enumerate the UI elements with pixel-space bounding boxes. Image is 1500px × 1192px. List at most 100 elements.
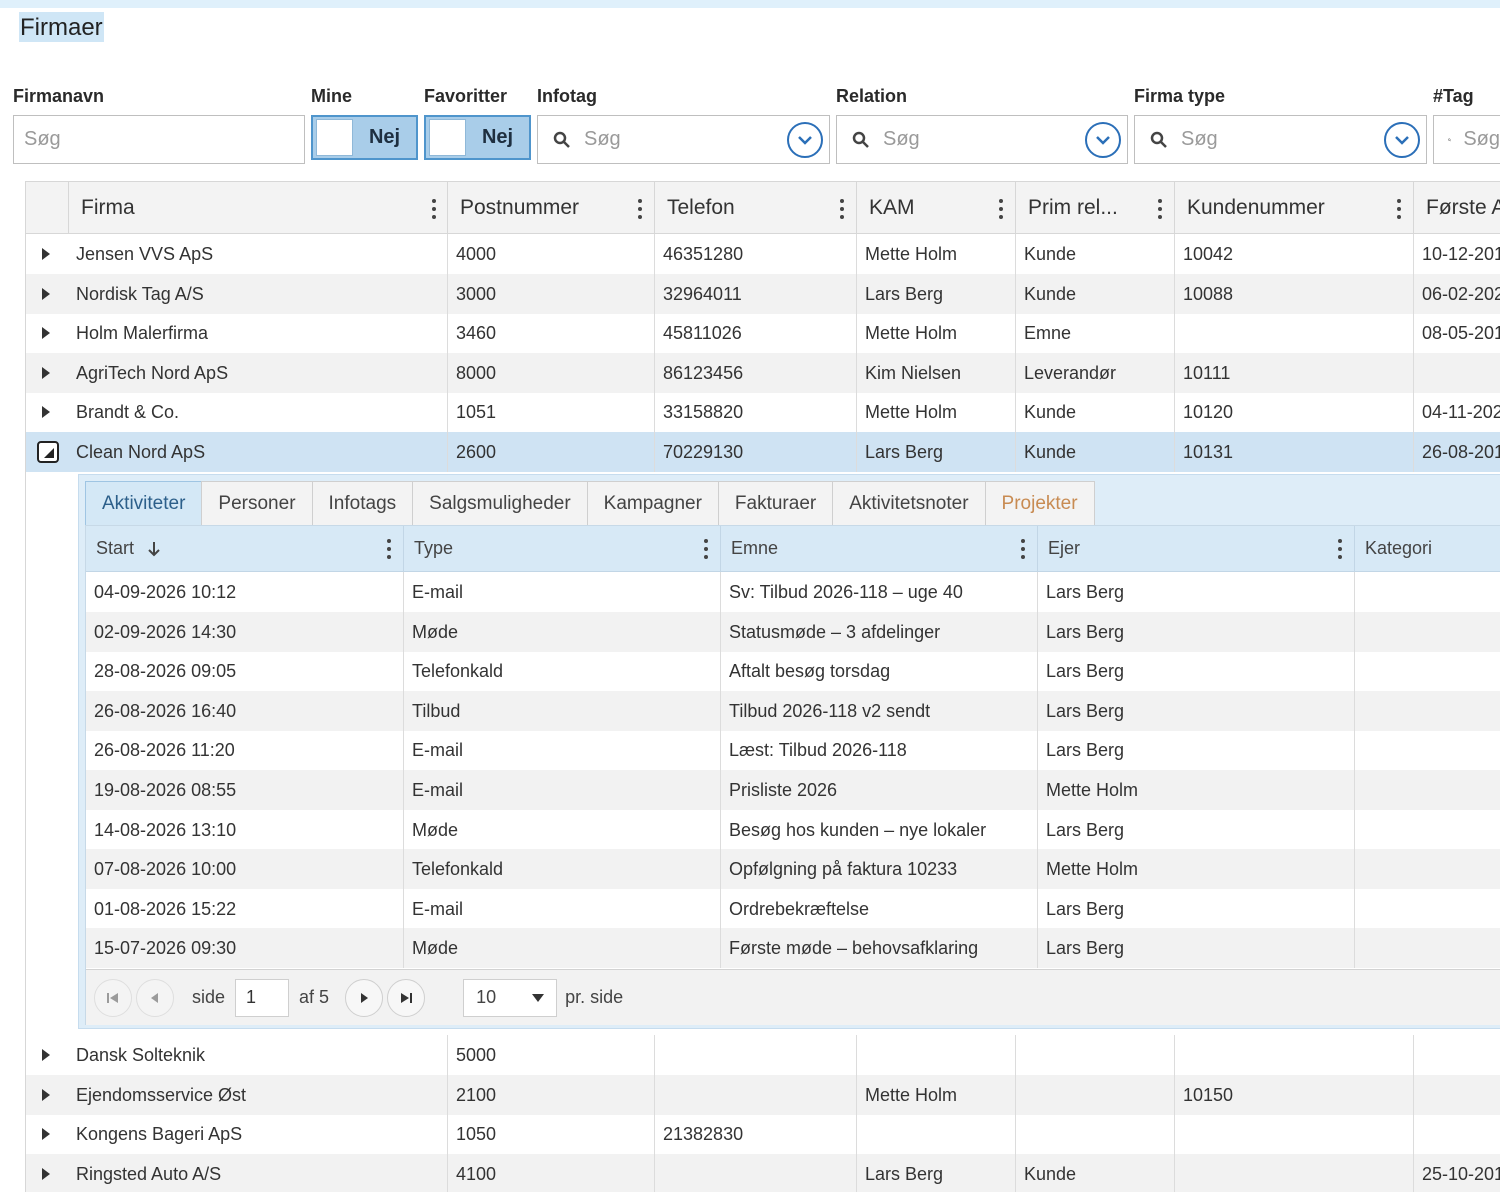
column-menu-icon[interactable] [432, 199, 436, 219]
table-row[interactable]: Ringsted Auto A/S 4100 Lars Berg Kunde 25-10… [26, 1153, 1500, 1192]
cell-post: 4000 [447, 234, 654, 274]
column-menu-icon[interactable] [840, 199, 844, 219]
table-row[interactable]: Ejendomsservice Øst 2100 Mette Holm 10150 [26, 1074, 1500, 1115]
next-page-icon [361, 992, 369, 1003]
activity-row[interactable]: 07-08-2026 10:00 Telefonkald Opfølgning på… [86, 849, 1500, 890]
filter-label-favoritter: Favoritter [424, 86, 508, 106]
expand-row-icon[interactable] [42, 1049, 50, 1061]
column-header-label: Kundenummer [1187, 196, 1325, 219]
column-menu-icon[interactable] [704, 539, 708, 559]
expand-row-icon[interactable] [42, 406, 50, 418]
column-menu-icon[interactable] [1158, 199, 1162, 219]
page-number-input[interactable] [235, 978, 290, 1017]
activity-row[interactable]: 19-08-2026 08:55 E-mail Prisliste 2026 Mett… [86, 770, 1500, 810]
relation-combobox[interactable]: Søg [836, 115, 1128, 164]
expand-row-icon[interactable] [42, 248, 50, 260]
tab-kampagner[interactable]: Kampagner [586, 481, 719, 525]
cell-tlf: 46351280 [654, 234, 856, 274]
cell-kategori [1354, 611, 1500, 652]
column-header-emne[interactable]: Emne [720, 526, 1037, 571]
column-header-start[interactable]: Start [86, 526, 403, 571]
cell-tlf: 70229130 [654, 431, 856, 472]
expand-row-icon[interactable] [42, 1088, 50, 1101]
activity-row[interactable]: 26-08-2026 16:40 Tilbud Tilbud 2026-118 v2… [86, 690, 1500, 731]
cell-ejer: Lars Berg [1037, 888, 1354, 929]
activity-row[interactable]: 15-07-2026 09:30 Møde Første møde – behovs… [86, 928, 1500, 969]
expand-row-icon[interactable] [42, 287, 50, 300]
collapse-row-icon[interactable] [37, 440, 59, 463]
column-header-label: Firma [81, 196, 135, 219]
cell-kam [856, 1035, 1015, 1075]
cell-kam: Kim Nielsen [856, 352, 1015, 393]
table-row[interactable]: Clean Nord ApS 2600 70229130 Lars Berg Kunde… [26, 431, 1500, 472]
column-menu-icon[interactable] [999, 199, 1003, 219]
column-menu-icon[interactable] [638, 199, 642, 219]
cell-ejer: Mette Holm [1037, 770, 1354, 810]
column-header-prim-rel[interactable]: Prim rel... [1015, 182, 1174, 234]
expand-row-icon[interactable] [42, 327, 50, 339]
column-header-telefon[interactable]: Telefon [654, 182, 856, 234]
firmatype-combobox[interactable]: Søg [1134, 115, 1427, 164]
mine-toggle[interactable]: Nej [311, 115, 418, 160]
table-row[interactable]: Dansk Solteknik 5000 [26, 1035, 1500, 1075]
column-header-kam[interactable]: KAM [856, 182, 1015, 234]
expand-row-icon[interactable] [42, 366, 50, 379]
last-page-button[interactable] [387, 978, 426, 1017]
cell-start: 14-08-2026 13:10 [94, 819, 237, 840]
column-menu-icon[interactable] [1397, 199, 1401, 219]
page-size-select[interactable]: 10 [463, 978, 558, 1017]
tag-combobox[interactable]: Søg [1433, 115, 1500, 164]
cell-kam: Mette Holm [856, 313, 1015, 353]
favoritter-toggle[interactable]: Nej [424, 115, 531, 160]
activity-row[interactable]: 02-09-2026 14:30 Møde Statusmøde – 3 afdel… [86, 611, 1500, 652]
column-header-type[interactable]: Type [403, 526, 720, 571]
cell-post: 2100 [447, 1074, 654, 1115]
table-row[interactable]: Brandt & Co. 1051 33158820 Mette Holm Kunde 1… [26, 392, 1500, 432]
table-row[interactable]: Holm Malerfirma 3460 45811026 Mette Holm Emn… [26, 313, 1500, 353]
expand-row-icon[interactable] [42, 1167, 50, 1180]
activity-row[interactable]: 14-08-2026 13:10 Møde Besøg hos kunden – n… [86, 809, 1500, 850]
column-header-label: Prim rel... [1028, 196, 1118, 219]
infotag-combobox[interactable]: Søg [537, 115, 830, 164]
next-page-button[interactable] [345, 978, 384, 1017]
tab-personer[interactable]: Personer [201, 481, 313, 525]
cell-emne: Tilbud 2026-118 v2 sendt [720, 690, 1037, 731]
cell-kam: Lars Berg [856, 273, 1015, 314]
column-header-firma[interactable]: Firma [68, 182, 448, 234]
chevron-down-icon[interactable] [1384, 121, 1420, 158]
column-menu-icon[interactable] [1021, 539, 1025, 559]
tab-salgsmuligheder[interactable]: Salgsmuligheder [412, 481, 588, 525]
tab-projekter[interactable]: Projekter [984, 481, 1095, 525]
tab-fakturaer[interactable]: Fakturaer [717, 481, 834, 525]
firmanavn-search-input[interactable] [13, 115, 305, 164]
column-header-kundenummer[interactable]: Kundenummer [1174, 182, 1413, 234]
prev-page-icon [151, 992, 158, 1003]
prev-page-button[interactable] [136, 978, 174, 1017]
table-row[interactable]: Kongens Bageri ApS 1050 21382830 [26, 1114, 1500, 1154]
expand-row-icon[interactable] [42, 1128, 50, 1140]
column-menu-icon[interactable] [1338, 539, 1342, 559]
column-header-ejer[interactable]: Ejer [1037, 526, 1354, 571]
column-header-kategori[interactable]: Kategori [1354, 526, 1500, 571]
chevron-down-icon[interactable] [787, 121, 823, 158]
activity-row[interactable]: 28-08-2026 09:05 Telefonkald Aftalt besøg … [86, 651, 1500, 692]
column-header-postnummer[interactable]: Postnummer [447, 182, 654, 234]
tab-aktivitetsnoter[interactable]: Aktivitetsnoter [832, 481, 986, 525]
cell-type: Møde [403, 809, 720, 850]
first-page-button[interactable] [94, 978, 132, 1017]
table-row[interactable]: AgriTech Nord ApS 8000 86123456 Kim Nielsen… [26, 352, 1500, 393]
column-header-forste[interactable]: Første A [1413, 182, 1500, 234]
column-menu-icon[interactable] [387, 539, 391, 559]
cell-kategori [1354, 928, 1500, 969]
activity-row[interactable]: 04-09-2026 10:12 E-mail Sv: Tilbud 2026-11… [86, 572, 1500, 612]
activity-row[interactable]: 26-08-2026 11:20 E-mail Læst: Tilbud 2026-… [86, 730, 1500, 771]
column-header-label: KAM [869, 196, 915, 219]
table-row[interactable]: Jensen VVS ApS 4000 46351280 Mette Holm Kund… [26, 234, 1500, 274]
table-row[interactable]: Nordisk Tag A/S 3000 32964011 Lars Berg Kund… [26, 273, 1500, 314]
tab-aktiviteter[interactable]: Aktiviteter [85, 481, 203, 525]
tab-infotags[interactable]: Infotags [311, 481, 414, 525]
cell-type: Telefonkald [403, 849, 720, 890]
activity-row[interactable]: 01-08-2026 15:22 E-mail Ordrebekræftelse La… [86, 888, 1500, 929]
chevron-down-icon[interactable] [1085, 121, 1121, 158]
cell-tlf [654, 1074, 856, 1115]
